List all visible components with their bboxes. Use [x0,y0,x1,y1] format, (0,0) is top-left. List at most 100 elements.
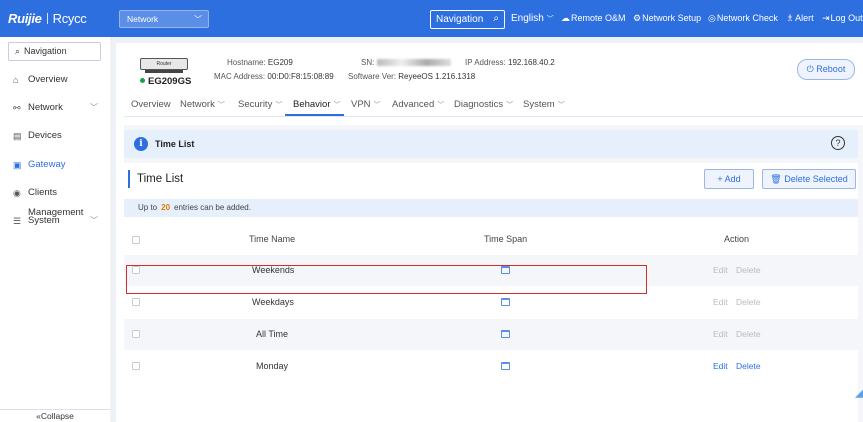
trash-icon: 🗑 [770,174,782,184]
navigation-search-button[interactable]: Navigation ⌕ [430,10,505,29]
table-row: Monday Edit Delete [124,351,858,382]
edit-link[interactable]: Edit [713,297,728,307]
network-check-link[interactable]: ◎Network Check [708,13,778,24]
entries-limit-note: Up to 20 entries can be added. [124,199,858,217]
network-icon: ⚯ [13,103,21,113]
hostname-info: Hostname: EG209 [227,58,293,67]
highlight-box [126,265,647,294]
search-icon: ⌕ [493,13,499,24]
sn-info: SN: [361,58,451,67]
table-header: Time Name Time Span Action [124,226,858,252]
alert-link[interactable]: ♗Alert [786,13,814,24]
time-name-cell: Weekdays [252,297,294,307]
edit-link[interactable]: Edit [713,329,728,339]
chevron-down-icon: ﹀ [194,15,202,24]
panel-title: Time List [128,170,183,188]
chevron-down-icon: ﹀ [90,103,98,112]
chevron-down-icon: ﹀ [546,16,554,23]
sidebar-item-network[interactable]: ⚯ Network ﹀ [0,98,110,118]
sidebar-collapse-button[interactable]: «Collapse [0,409,110,422]
help-icon[interactable]: ? [831,136,845,150]
delete-selected-button[interactable]: 🗑 Delete Selected [762,169,856,189]
help-float-icon[interactable]: ◢ [855,383,863,403]
sidebar-item-devices[interactable]: ▤ Devices [0,126,110,146]
logout-icon: ⇥ [822,13,830,23]
tab-system[interactable]: System ﹀ [523,99,565,110]
power-icon: ⏻ [806,64,814,74]
search-icon: ⌕ [15,46,21,56]
chevron-down-icon: ﹀ [506,102,514,109]
tab-bar: Overview Network ﹀ Security ﹀ Behavior ﹀ VP… [124,95,854,116]
edit-link[interactable]: Edit [713,265,728,275]
gateway-icon: ▣ [13,160,22,170]
network-check-icon: ◎ [708,13,716,23]
device-model: EG209GS [140,76,191,87]
tab-behavior[interactable]: Behavior ﹀ [293,99,341,110]
select-all-checkbox[interactable] [132,236,140,244]
table-row: All Time Edit Delete [124,319,858,350]
software-info: Software Ver: ReyeeOS 1.216.1318 [348,72,476,81]
chevron-down-icon: ﹀ [557,102,565,109]
network-select[interactable]: Network ﹀ [119,10,209,28]
add-button[interactable]: + Add [704,169,754,189]
chevron-down-icon: ﹀ [373,102,381,109]
sidebar-item-clients-management[interactable]: ◉ Clients Management [0,183,110,218]
calendar-icon[interactable] [501,362,510,370]
brand-logo: Ruijie Rcycc [8,11,87,26]
mac-info: MAC Address: 00:D0:F8:15:08:89 [214,72,334,81]
online-status-dot [140,78,145,83]
remote-om-link[interactable]: ☁Remote O&M [561,13,626,24]
language-select[interactable]: English ﹀ [511,13,554,24]
section-header: i Time List ? [124,130,858,158]
column-time-name: Time Name [249,234,296,244]
network-setup-link[interactable]: ⚙Network Setup [633,13,701,24]
sidebar-navigation-search[interactable]: ⌕ Navigation [8,42,101,61]
tab-advanced[interactable]: Advanced ﹀ [392,99,444,110]
chevron-down-icon: ﹀ [437,102,445,109]
info-icon: i [134,137,148,151]
chevron-down-icon: ﹀ [217,102,225,109]
top-bar: Ruijie Rcycc Network ﹀ Navigation ⌕ English… [0,0,863,37]
time-name-cell: Monday [256,361,289,371]
calendar-icon[interactable] [501,330,510,338]
tab-diagnostics[interactable]: Diagnostics ﹀ [454,99,513,110]
delete-link[interactable]: Delete [736,329,761,339]
delete-link[interactable]: Delete [736,265,761,275]
row-checkbox[interactable] [132,362,140,370]
router-device-image: Router [140,58,188,73]
column-action: Action [724,234,750,244]
sidebar-item-gateway[interactable]: ▣ Gateway [0,155,110,175]
delete-link[interactable]: Delete [736,361,761,371]
clients-icon: ◉ [13,188,21,198]
edit-link[interactable]: Edit [713,361,728,371]
tab-vpn[interactable]: VPN ﹀ [351,99,381,110]
chevron-down-icon: ﹀ [90,216,98,225]
section-title: Time List [155,139,195,149]
alert-icon: ♗ [786,13,795,23]
sidebar-item-overview[interactable]: ⌂ Overview [0,70,110,90]
tab-network[interactable]: Network ﹀ [180,99,225,110]
sidebar-item-system[interactable]: ☰ System ﹀ [0,211,110,231]
time-name-cell: All Time [256,329,289,339]
ip-info: IP Address: 192.168.40.2 [465,58,555,67]
main-panel: Router EG209GS Hostname: EG209 MAC Addre… [116,43,863,422]
cloud-icon: ☁ [561,13,570,23]
devices-icon: ▤ [13,131,22,141]
redacted-serial [376,59,451,66]
logout-link[interactable]: ⇥Log Out [822,13,863,24]
reboot-button[interactable]: ⏻ Reboot [797,59,855,80]
chevron-down-icon: ﹀ [333,102,341,109]
tab-security[interactable]: Security ﹀ [238,99,282,110]
divider [124,116,863,117]
settings-icon: ☰ [13,216,22,226]
row-checkbox[interactable] [132,330,140,338]
tab-overview[interactable]: Overview [131,99,171,110]
home-icon: ⌂ [13,75,19,85]
column-time-span: Time Span [484,234,528,244]
network-setup-icon: ⚙ [633,13,642,23]
chevron-down-icon: ﹀ [275,102,283,109]
calendar-icon[interactable] [501,298,510,306]
sidebar: ⌕ Navigation ⌂ Overview ⚯ Network ﹀ ▤ Devices… [0,37,110,422]
delete-link[interactable]: Delete [736,297,761,307]
row-checkbox[interactable] [132,298,140,306]
